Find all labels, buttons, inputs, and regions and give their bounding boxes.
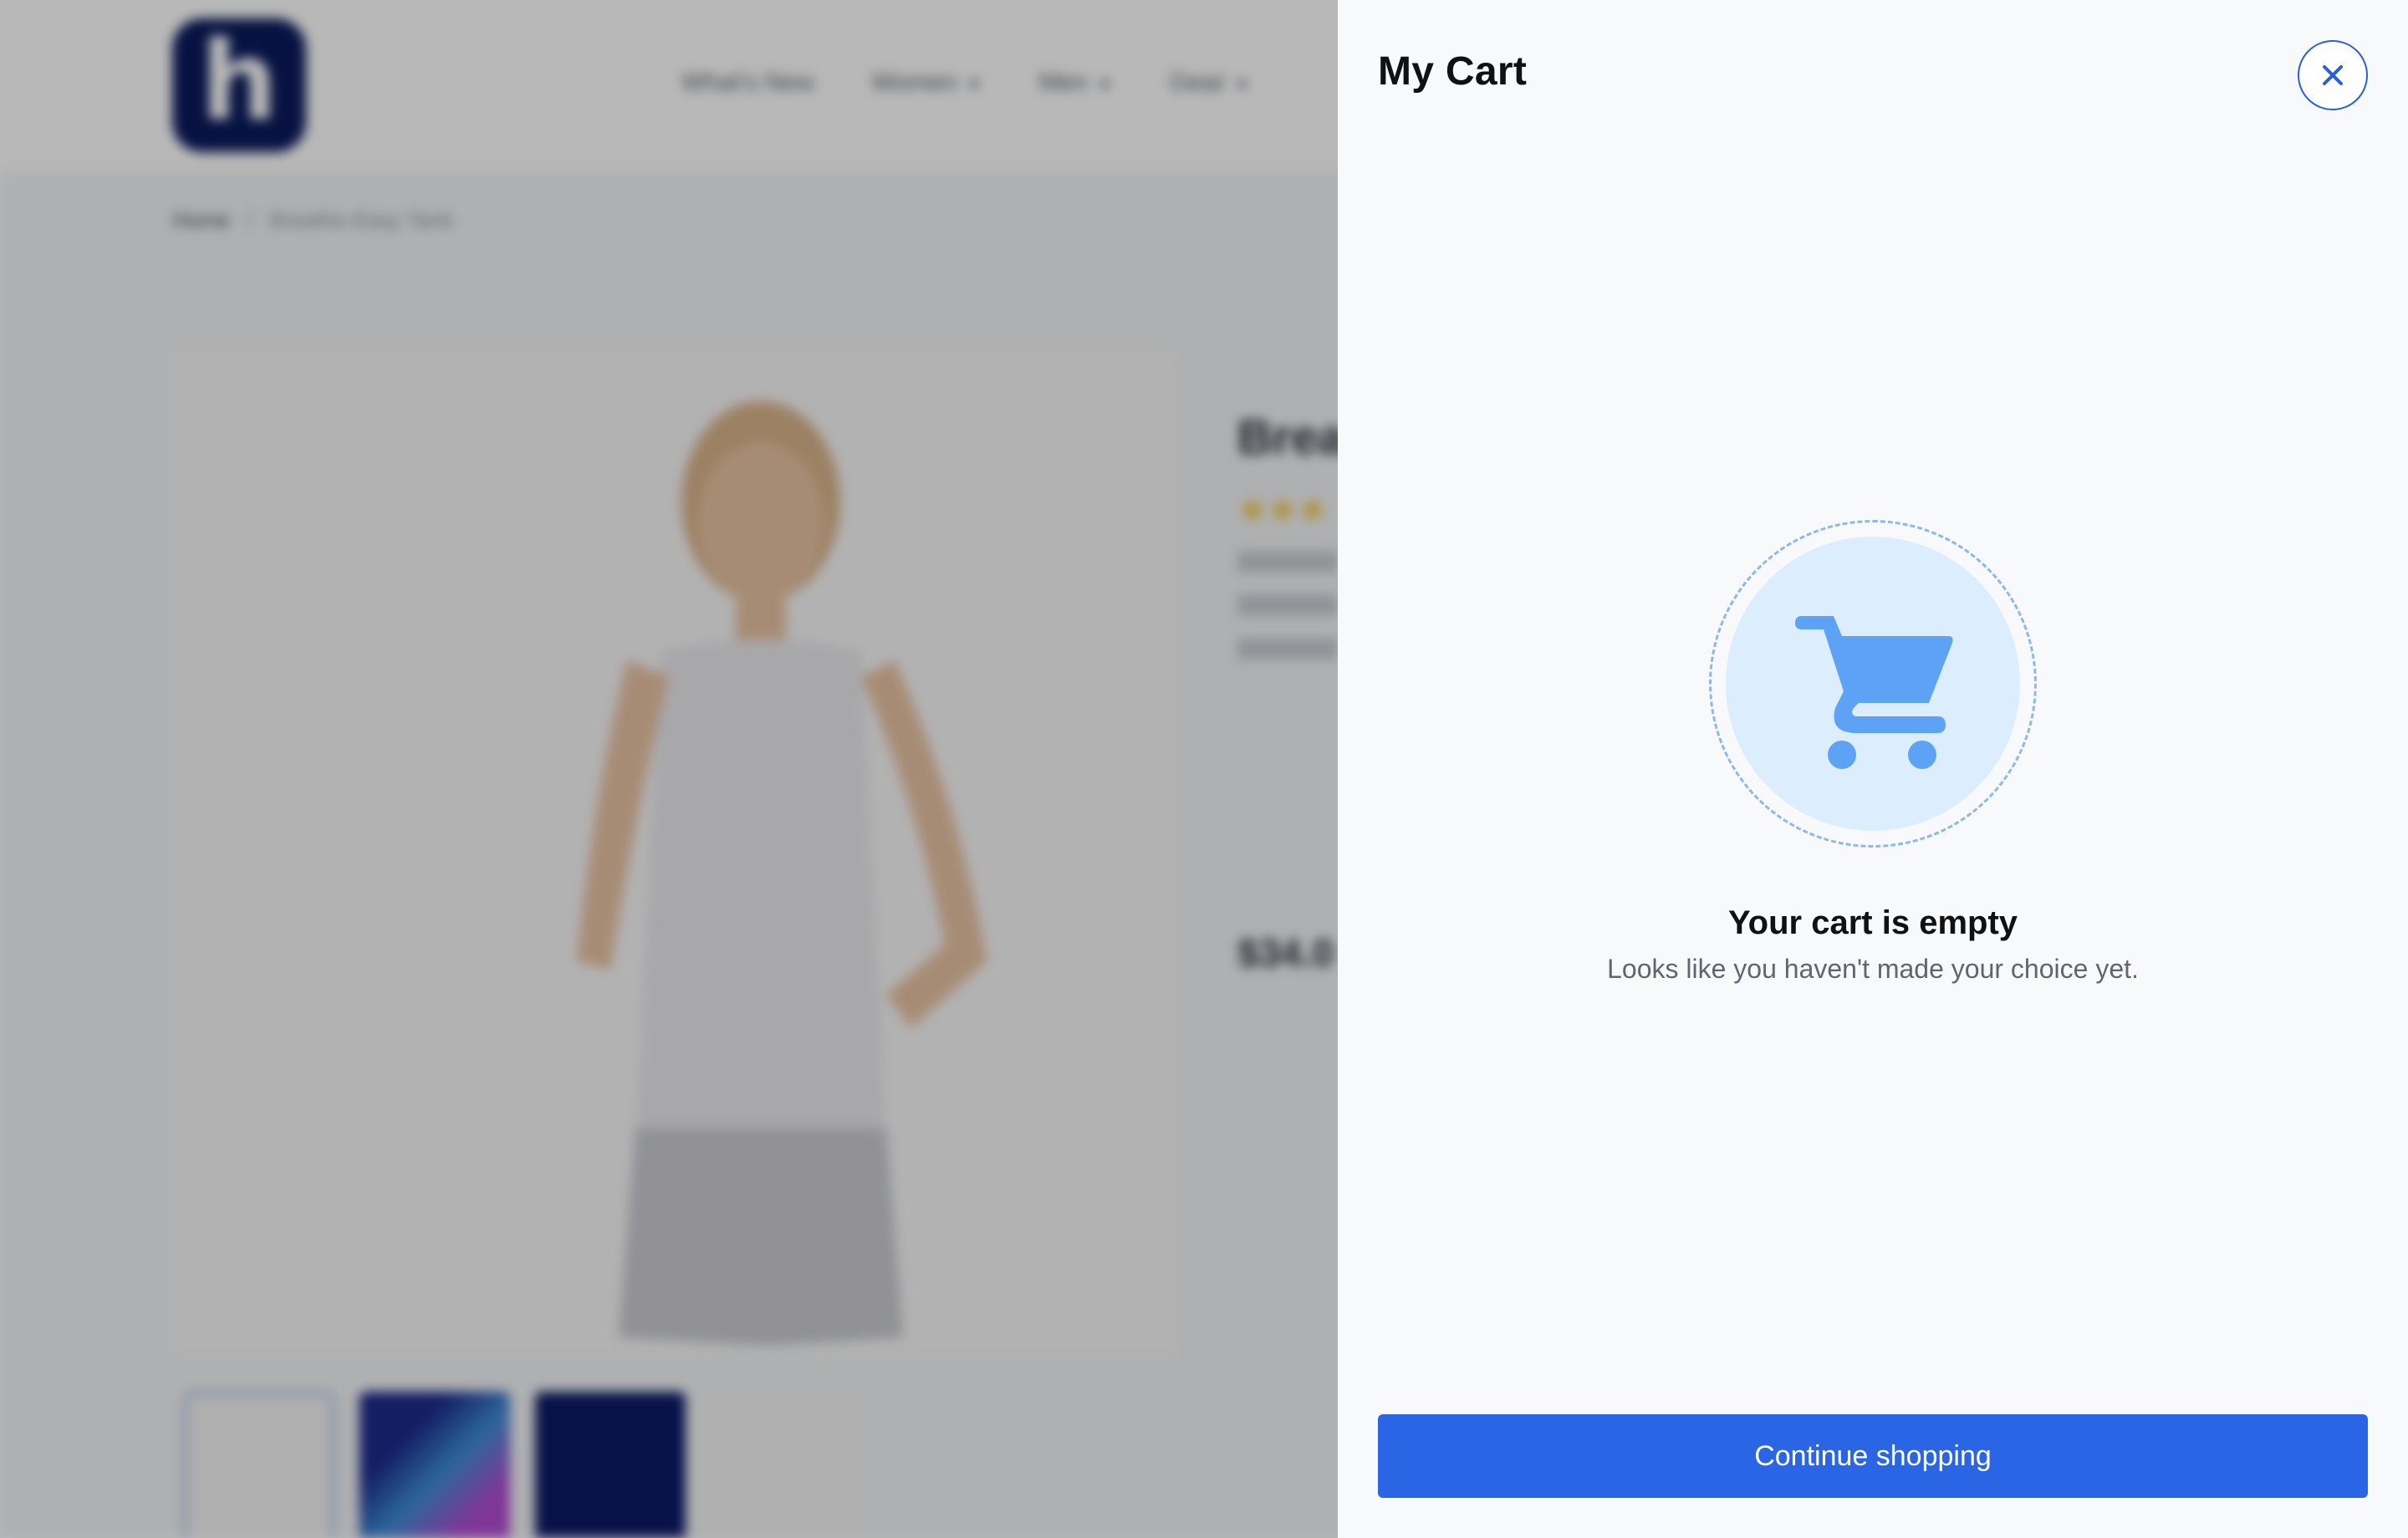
empty-cart-state: Your cart is empty Looks like you haven'… [1338, 520, 2408, 985]
close-button[interactable] [2298, 40, 2368, 110]
cart-illustration-circle [1726, 537, 2020, 831]
empty-cart-subtitle: Looks like you haven't made your choice … [1607, 954, 2139, 984]
continue-shopping-button[interactable]: Continue shopping [1378, 1414, 2368, 1498]
cart-title: My Cart [1378, 49, 1528, 94]
shopping-cart-icon [1795, 616, 1953, 769]
close-icon [2323, 65, 2343, 85]
cart-drawer: My Cart Your cart is empty Looks like yo… [1338, 0, 2408, 1538]
empty-cart-title: Your cart is empty [1727, 904, 2018, 941]
cart-illustration [1709, 520, 2037, 848]
